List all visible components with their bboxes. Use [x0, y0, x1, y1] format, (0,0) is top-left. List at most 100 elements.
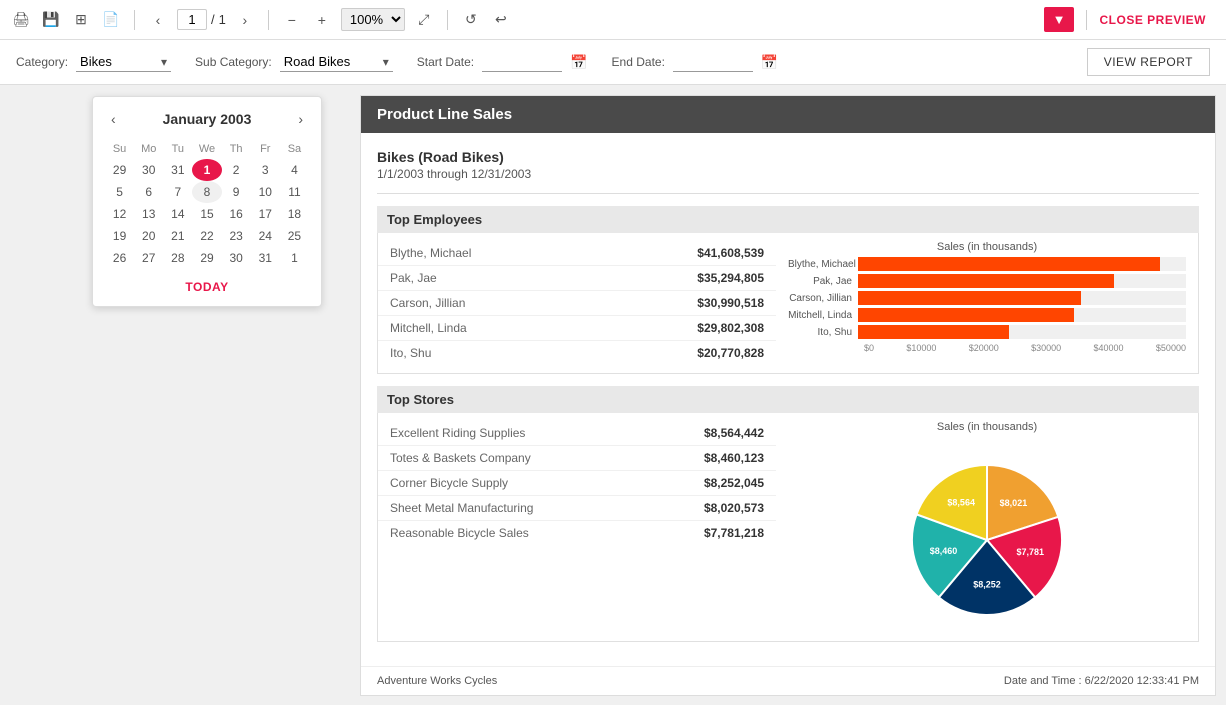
stores-content: Excellent Riding Supplies$8,564,442Totes…: [377, 413, 1199, 642]
store-row: Corner Bicycle Supply$8,252,045: [378, 471, 776, 496]
zoom-in-icon[interactable]: +: [311, 9, 333, 31]
next-page-icon[interactable]: ›: [234, 9, 256, 31]
page-layout-icon[interactable]: ⊞: [70, 9, 92, 31]
calendar-day[interactable]: 15: [192, 203, 221, 225]
calendar-day-header: Sa: [280, 139, 309, 159]
fit-page-icon[interactable]: ⤢: [413, 9, 435, 31]
report-container: Product Line Sales Bikes (Road Bikes) 1/…: [360, 95, 1216, 696]
employee-row: Mitchell, Linda$29,802,308: [378, 316, 776, 341]
calendar-day[interactable]: 18: [280, 203, 309, 225]
calendar-day[interactable]: 2: [222, 159, 251, 181]
bar-label: Carson, Jillian: [788, 293, 858, 304]
start-date-input[interactable]: 1/1/2003: [482, 52, 562, 72]
calendar-day[interactable]: 16: [222, 203, 251, 225]
bar-row: Mitchell, Linda: [788, 308, 1186, 322]
report-divider: [377, 193, 1199, 194]
calendar-day[interactable]: 12: [105, 203, 134, 225]
calendar-day[interactable]: 21: [163, 225, 192, 247]
export-icon[interactable]: 📄: [100, 9, 122, 31]
bar-label: Blythe, Michael: [788, 259, 858, 270]
filter-icon: ▼: [1053, 12, 1066, 27]
store-value: $8,460,123: [704, 451, 764, 465]
calendar-day[interactable]: 30: [134, 159, 163, 181]
calendar-day[interactable]: 19: [105, 225, 134, 247]
close-preview-button[interactable]: CLOSE PREVIEW: [1099, 13, 1206, 27]
employee-value: $29,802,308: [697, 321, 764, 335]
today-button[interactable]: TODAY: [185, 280, 228, 294]
calendar-day[interactable]: 29: [105, 159, 134, 181]
employees-content: Blythe, Michael $41,608,539 Pak, Jae$35,29…: [377, 233, 1199, 374]
calendar-day-header: Fr: [251, 139, 280, 159]
save-icon[interactable]: 💾: [40, 9, 62, 31]
calendar-day[interactable]: 10: [251, 181, 280, 203]
pie-label: $8,564: [947, 498, 975, 508]
calendar-day[interactable]: 13: [134, 203, 163, 225]
category-label: Category:: [16, 55, 68, 69]
calendar-next-button[interactable]: ›: [292, 109, 309, 129]
calendar-day[interactable]: 31: [163, 159, 192, 181]
calendar-day[interactable]: 30: [222, 247, 251, 269]
calendar-day[interactable]: 1: [280, 247, 309, 269]
employee-value: $41,608,539: [697, 246, 764, 260]
calendar-day[interactable]: 8: [192, 181, 221, 203]
bar-track: [858, 325, 1186, 339]
employee-value: $30,990,518: [697, 296, 764, 310]
employee-name: Carson, Jillian: [390, 296, 465, 310]
employees-chart-area: Sales (in thousands) Blythe, Michael Pak…: [776, 233, 1198, 373]
calendar-day[interactable]: 17: [251, 203, 280, 225]
calendar-prev-button[interactable]: ‹: [105, 109, 122, 129]
sub-category-select[interactable]: Road Bikes Mountain Bikes Touring Bikes: [280, 52, 393, 72]
calendar-day[interactable]: 22: [192, 225, 221, 247]
calendar-header: ‹ January 2003 ›: [105, 109, 309, 129]
calendar-day[interactable]: 25: [280, 225, 309, 247]
calendar-day[interactable]: 11: [280, 181, 309, 203]
calendar-day[interactable]: 29: [192, 247, 221, 269]
end-date-input[interactable]: 12/31/2003: [673, 52, 753, 72]
calendar-day[interactable]: 26: [105, 247, 134, 269]
calendar-day[interactable]: 20: [134, 225, 163, 247]
refresh-icon[interactable]: ↺: [460, 9, 482, 31]
store-row: Sheet Metal Manufacturing$8,020,573: [378, 496, 776, 521]
undo-icon[interactable]: ↩: [490, 9, 512, 31]
calendar-day[interactable]: 24: [251, 225, 280, 247]
calendar-day[interactable]: 27: [134, 247, 163, 269]
calendar-day[interactable]: 14: [163, 203, 192, 225]
page-separator: /: [211, 12, 215, 27]
filter-button[interactable]: ▼: [1044, 7, 1075, 32]
calendar-day[interactable]: 23: [222, 225, 251, 247]
calendar-panel: ‹ January 2003 › SuMoTuWeThFrSa 29303112…: [92, 96, 322, 307]
employee-row: Pak, Jae$35,294,805: [378, 266, 776, 291]
bar-axis-label: $20000: [969, 343, 999, 353]
store-value: $8,564,442: [704, 426, 764, 440]
calendar-day[interactable]: 31: [251, 247, 280, 269]
separator-1: [134, 10, 135, 30]
start-date-filter: Start Date: 1/1/2003 📅: [417, 52, 588, 72]
page-navigation: 1 / 1: [177, 9, 226, 30]
calendar-day[interactable]: 3: [251, 159, 280, 181]
end-date-calendar-button[interactable]: 📅: [761, 54, 778, 71]
prev-page-icon[interactable]: ‹: [147, 9, 169, 31]
category-select[interactable]: Bikes Accessories Clothing: [76, 52, 171, 72]
view-report-button[interactable]: VIEW REPORT: [1087, 48, 1210, 76]
calendar-title: January 2003: [163, 111, 252, 127]
store-value: $7,781,218: [704, 526, 764, 540]
page-number-input[interactable]: 1: [177, 9, 207, 30]
start-date-label: Start Date:: [417, 55, 474, 69]
start-date-calendar-button[interactable]: 📅: [570, 54, 587, 71]
print-icon[interactable]: 🖨: [10, 9, 32, 31]
zoom-select[interactable]: 100% 75% 150%: [341, 8, 405, 31]
calendar-day[interactable]: 4: [280, 159, 309, 181]
calendar-day[interactable]: 5: [105, 181, 134, 203]
store-row: Totes & Baskets Company$8,460,123: [378, 446, 776, 471]
top-employees-section: Top Employees Blythe, Michael$41,608,539…: [377, 206, 1199, 374]
bar-label: Mitchell, Linda: [788, 310, 858, 321]
calendar-day[interactable]: 6: [134, 181, 163, 203]
calendar-day[interactable]: 1: [192, 159, 221, 181]
calendar-day[interactable]: 7: [163, 181, 192, 203]
zoom-out-icon[interactable]: −: [281, 9, 303, 31]
footer-datetime-value: 6/22/2020 12:33:41 PM: [1085, 675, 1199, 687]
category-select-wrap: Bikes Accessories Clothing: [76, 52, 171, 72]
bar-axis-label: $10000: [906, 343, 936, 353]
calendar-day[interactable]: 28: [163, 247, 192, 269]
calendar-day[interactable]: 9: [222, 181, 251, 203]
